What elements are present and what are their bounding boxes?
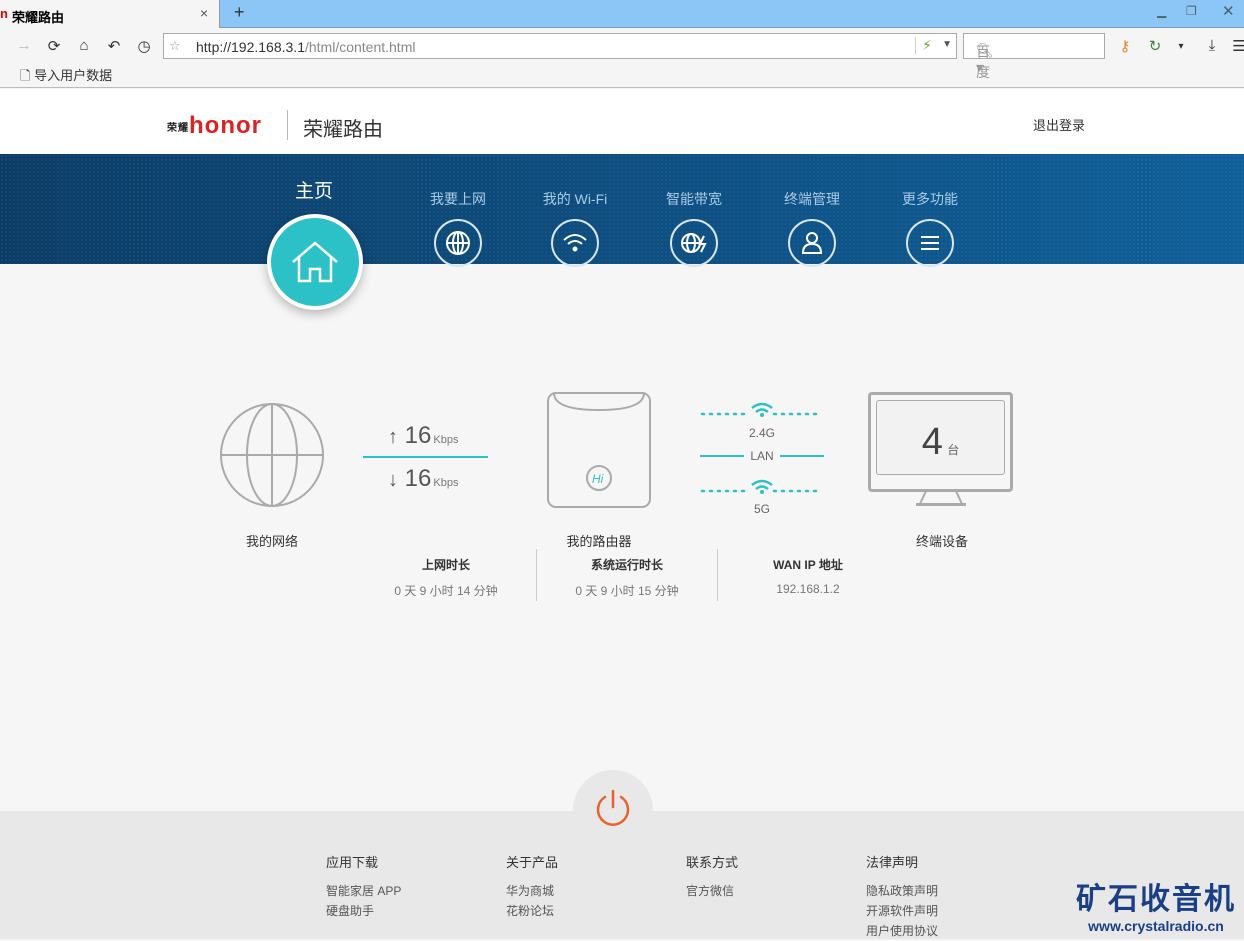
logo-text: honor [189,112,262,139]
footer-heading: 联系方式 [686,855,739,870]
address-bar[interactable]: ☆ http://192.168.3.1/html/content.html ⚡… [163,33,957,59]
footer-col-products: 关于产品华为商城 花粉论坛 [506,852,558,921]
nav-item-bandwidth[interactable]: 智能带宽 [644,189,744,267]
nav-label: 我的 Wi-Fi [542,191,608,207]
arrow-down-icon: ↓ [388,469,398,491]
band-5g-label: 5G [753,502,770,516]
footer-col-apps: 应用下载智能家居 APP 硬盘助手 [326,852,401,921]
device-unit: 台 [947,443,960,457]
url-path: /html/content.html [304,39,416,55]
page-icon: 🗋 [20,68,35,83]
refresh-search-icon[interactable]: ↻ [1146,37,1164,55]
bookmark-label: 导入用户数据 [34,68,113,83]
online-time-value: 0 天 9 小时 14 分钟 [394,584,498,598]
close-window-button[interactable]: ✕ [1222,2,1235,20]
footer-heading: 应用下载 [326,855,379,870]
watermark: 矿石收音机 www.crystalradio.cn [1076,874,1236,934]
user-icon [801,232,823,254]
watermark-title: 矿石收音机 [1076,883,1236,916]
power-icon [596,789,630,826]
star-icon[interactable]: ☆ [169,38,181,54]
url-host: http://192.168.3.1 [196,39,305,55]
footer-heading: 法律声明 [866,855,919,870]
speed-divider [363,456,488,458]
tab-close-button[interactable]: × [200,5,208,21]
bandwidth-icon [681,233,707,253]
svg-text:Hi: Hi [592,472,604,486]
devices-label: 终端设备 [915,534,968,549]
network-label: 我的网络 [245,534,298,549]
favicon-icon: n [0,6,8,21]
key-icon[interactable]: ⚷ [1116,37,1134,55]
more-icon[interactable]: ☰ [1230,37,1244,55]
footer-col-legal: 法律声明隐私政策声明 开源软件声明 用户使用协议 [866,852,938,941]
download-speed: ↓ 16 Kbps [388,465,459,492]
nav-label: 更多功能 [902,191,958,207]
undo-icon[interactable]: ↶ [105,37,123,55]
online-time-title: 上网时长 [421,558,470,572]
footer-link[interactable]: 智能家居 APP [326,881,401,901]
lan-label: LAN [750,449,774,463]
dropdown-icon[interactable]: ▼ [942,39,952,50]
footer-heading: 关于产品 [506,855,559,870]
nav-label: 智能带宽 [666,191,722,207]
browser-tab[interactable]: n 荣耀路由 × [0,0,220,28]
search-box[interactable]: 🔍︎▾ 百度 [963,33,1105,80]
footer-col-contact: 联系方式 官方微信 [686,852,738,901]
wifi-icon [563,234,587,252]
router-label: 我的路由器 [566,534,632,549]
nav-home-button[interactable] [267,214,363,310]
reload-icon[interactable]: ⟳ [45,37,63,55]
uptime-value: 0 天 9 小时 15 分钟 [575,584,679,598]
plugin-icon[interactable]: ⚡ [915,37,932,54]
nav-label: 我要上网 [430,191,486,207]
power-button[interactable] [573,770,653,850]
device-count: 4 [921,421,943,463]
band-24g-label: 2.4G [748,426,775,440]
footer-link[interactable]: 官方微信 [686,881,738,901]
search-placeholder: 百度 [976,44,990,80]
new-tab-button[interactable]: + [234,2,245,23]
nav-home-label: 主页 [295,181,334,202]
brand-title: 荣耀路由 [303,119,383,141]
wan-ip-title: WAN IP 地址 [773,558,843,572]
footer-link[interactable]: 隐私政策声明 [866,881,938,901]
monitor-stand [916,491,966,506]
footer-link[interactable]: 华为商城 [506,881,558,901]
divider [287,110,288,140]
arrow-up-icon: ↑ [388,426,398,448]
router-icon[interactable]: Hi [546,390,652,510]
logo-prefix: 荣耀 [167,123,189,135]
forward-icon[interactable]: → [15,37,33,54]
network-globe-icon[interactable] [219,402,325,508]
tab-title: 荣耀路由 [12,10,65,25]
nav-item-devices[interactable]: 终端管理 [762,189,862,267]
menu-icon [921,236,939,250]
wan-ip-value: 192.168.1.2 [776,582,840,596]
bookmark-item[interactable]: 🗋 导入用户数据 [20,65,112,89]
download-icon[interactable]: ⤓ [1203,37,1221,54]
logout-link[interactable]: 退出登录 [1033,115,1085,134]
nav-item-internet[interactable]: 我要上网 [408,189,508,267]
restore-button[interactable]: ❐ [1186,4,1197,18]
minimize-button[interactable]: ▁ [1157,4,1166,18]
history-icon[interactable]: ◷ [135,37,153,55]
nav-label: 终端管理 [784,191,840,207]
footer-link[interactable]: 用户使用协议 [866,921,938,941]
watermark-url: www.crystalradio.cn [1088,918,1224,934]
footer-link[interactable]: 开源软件声明 [866,901,938,921]
house-icon [292,241,338,283]
uptime-title: 系统运行时长 [590,558,663,572]
footer-link[interactable]: 花粉论坛 [506,901,558,921]
nav-item-more[interactable]: 更多功能 [880,189,980,267]
footer-link[interactable]: 硬盘助手 [326,901,401,921]
honor-logo: 荣耀honor [167,112,262,140]
upload-speed: ↑ 16 Kbps [388,422,459,449]
home-icon[interactable]: ⌂ [75,37,93,54]
menu-dropdown-icon[interactable]: ▾ [1172,41,1190,52]
globe-icon [446,231,470,255]
devices-monitor[interactable]: 4 台 [868,392,1013,492]
nav-item-wifi[interactable]: 我的 Wi-Fi [525,189,625,267]
